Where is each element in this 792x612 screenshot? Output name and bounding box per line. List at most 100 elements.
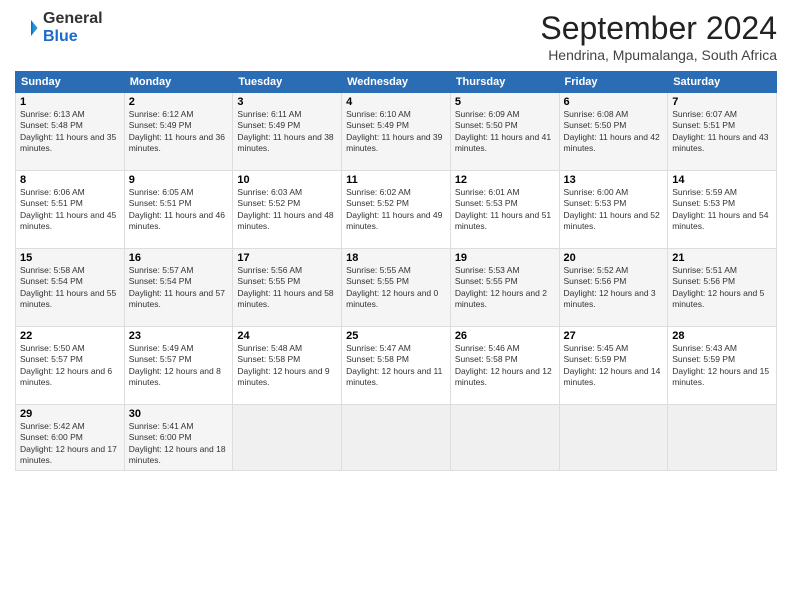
calendar-cell: 29Sunrise: 5:42 AMSunset: 6:00 PMDayligh… [16,405,125,471]
calendar-cell: 6Sunrise: 6:08 AMSunset: 5:50 PMDaylight… [559,93,668,171]
col-header-monday: Monday [124,72,233,93]
calendar-cell: 23Sunrise: 5:49 AMSunset: 5:57 PMDayligh… [124,327,233,405]
calendar-cell: 18Sunrise: 5:55 AMSunset: 5:55 PMDayligh… [342,249,451,327]
day-info: Sunrise: 5:46 AMSunset: 5:58 PMDaylight:… [455,343,555,389]
day-info: Sunrise: 5:58 AMSunset: 5:54 PMDaylight:… [20,265,120,311]
logo-blue: Blue [43,28,103,46]
day-number: 9 [129,174,229,186]
day-number: 1 [20,96,120,108]
calendar-cell: 8Sunrise: 6:06 AMSunset: 5:51 PMDaylight… [16,171,125,249]
calendar-cell: 14Sunrise: 5:59 AMSunset: 5:53 PMDayligh… [668,171,777,249]
calendar-cell: 19Sunrise: 5:53 AMSunset: 5:55 PMDayligh… [450,249,559,327]
day-number: 19 [455,252,555,264]
calendar-cell: 17Sunrise: 5:56 AMSunset: 5:55 PMDayligh… [233,249,342,327]
logo-text: General Blue [43,10,103,45]
week-row-3: 15Sunrise: 5:58 AMSunset: 5:54 PMDayligh… [16,249,777,327]
calendar-cell: 30Sunrise: 5:41 AMSunset: 6:00 PMDayligh… [124,405,233,471]
calendar-cell: 2Sunrise: 6:12 AMSunset: 5:49 PMDaylight… [124,93,233,171]
day-info: Sunrise: 6:05 AMSunset: 5:51 PMDaylight:… [129,187,229,233]
calendar-cell: 26Sunrise: 5:46 AMSunset: 5:58 PMDayligh… [450,327,559,405]
day-info: Sunrise: 6:12 AMSunset: 5:49 PMDaylight:… [129,109,229,155]
day-info: Sunrise: 6:07 AMSunset: 5:51 PMDaylight:… [672,109,772,155]
calendar-cell: 16Sunrise: 5:57 AMSunset: 5:54 PMDayligh… [124,249,233,327]
calendar-cell: 5Sunrise: 6:09 AMSunset: 5:50 PMDaylight… [450,93,559,171]
week-row-2: 8Sunrise: 6:06 AMSunset: 5:51 PMDaylight… [16,171,777,249]
day-info: Sunrise: 6:11 AMSunset: 5:49 PMDaylight:… [237,109,337,155]
calendar-table: SundayMondayTuesdayWednesdayThursdayFrid… [15,71,777,471]
day-number: 25 [346,330,446,342]
day-info: Sunrise: 5:59 AMSunset: 5:53 PMDaylight:… [672,187,772,233]
title-block: September 2024 Hendrina, Mpumalanga, Sou… [540,10,777,63]
day-info: Sunrise: 6:06 AMSunset: 5:51 PMDaylight:… [20,187,120,233]
calendar-cell: 28Sunrise: 5:43 AMSunset: 5:59 PMDayligh… [668,327,777,405]
calendar-cell: 12Sunrise: 6:01 AMSunset: 5:53 PMDayligh… [450,171,559,249]
day-number: 7 [672,96,772,108]
day-number: 5 [455,96,555,108]
day-info: Sunrise: 5:47 AMSunset: 5:58 PMDaylight:… [346,343,446,389]
calendar-cell [450,405,559,471]
day-info: Sunrise: 6:03 AMSunset: 5:52 PMDaylight:… [237,187,337,233]
day-number: 30 [129,408,229,420]
day-number: 26 [455,330,555,342]
day-info: Sunrise: 5:45 AMSunset: 5:59 PMDaylight:… [564,343,664,389]
day-number: 10 [237,174,337,186]
col-header-saturday: Saturday [668,72,777,93]
day-number: 13 [564,174,664,186]
day-info: Sunrise: 5:53 AMSunset: 5:55 PMDaylight:… [455,265,555,311]
day-info: Sunrise: 6:10 AMSunset: 5:49 PMDaylight:… [346,109,446,155]
day-number: 14 [672,174,772,186]
calendar-cell: 10Sunrise: 6:03 AMSunset: 5:52 PMDayligh… [233,171,342,249]
day-info: Sunrise: 5:57 AMSunset: 5:54 PMDaylight:… [129,265,229,311]
day-info: Sunrise: 5:51 AMSunset: 5:56 PMDaylight:… [672,265,772,311]
month-title: September 2024 [540,10,777,47]
day-info: Sunrise: 6:01 AMSunset: 5:53 PMDaylight:… [455,187,555,233]
calendar-cell: 27Sunrise: 5:45 AMSunset: 5:59 PMDayligh… [559,327,668,405]
header: General Blue September 2024 Hendrina, Mp… [15,10,777,63]
day-number: 22 [20,330,120,342]
calendar-cell [342,405,451,471]
day-number: 16 [129,252,229,264]
day-number: 29 [20,408,120,420]
day-number: 3 [237,96,337,108]
location-subtitle: Hendrina, Mpumalanga, South Africa [540,47,777,63]
day-number: 11 [346,174,446,186]
day-info: Sunrise: 5:42 AMSunset: 6:00 PMDaylight:… [20,421,120,467]
day-number: 24 [237,330,337,342]
day-info: Sunrise: 5:56 AMSunset: 5:55 PMDaylight:… [237,265,337,311]
logo: General Blue [15,10,103,45]
calendar-cell: 9Sunrise: 6:05 AMSunset: 5:51 PMDaylight… [124,171,233,249]
day-number: 12 [455,174,555,186]
day-number: 15 [20,252,120,264]
day-info: Sunrise: 5:50 AMSunset: 5:57 PMDaylight:… [20,343,120,389]
week-row-1: 1Sunrise: 6:13 AMSunset: 5:48 PMDaylight… [16,93,777,171]
col-header-tuesday: Tuesday [233,72,342,93]
calendar-cell: 7Sunrise: 6:07 AMSunset: 5:51 PMDaylight… [668,93,777,171]
calendar-cell: 4Sunrise: 6:10 AMSunset: 5:49 PMDaylight… [342,93,451,171]
col-header-sunday: Sunday [16,72,125,93]
calendar-cell: 13Sunrise: 6:00 AMSunset: 5:53 PMDayligh… [559,171,668,249]
day-number: 17 [237,252,337,264]
col-header-wednesday: Wednesday [342,72,451,93]
col-header-friday: Friday [559,72,668,93]
calendar-cell [559,405,668,471]
calendar-cell: 11Sunrise: 6:02 AMSunset: 5:52 PMDayligh… [342,171,451,249]
calendar-cell: 25Sunrise: 5:47 AMSunset: 5:58 PMDayligh… [342,327,451,405]
week-row-5: 29Sunrise: 5:42 AMSunset: 6:00 PMDayligh… [16,405,777,471]
calendar-cell: 22Sunrise: 5:50 AMSunset: 5:57 PMDayligh… [16,327,125,405]
day-number: 2 [129,96,229,108]
day-info: Sunrise: 5:43 AMSunset: 5:59 PMDaylight:… [672,343,772,389]
calendar-header-row: SundayMondayTuesdayWednesdayThursdayFrid… [16,72,777,93]
day-number: 27 [564,330,664,342]
calendar-cell: 15Sunrise: 5:58 AMSunset: 5:54 PMDayligh… [16,249,125,327]
day-number: 21 [672,252,772,264]
logo-general: General [43,10,103,28]
day-info: Sunrise: 6:09 AMSunset: 5:50 PMDaylight:… [455,109,555,155]
day-info: Sunrise: 6:00 AMSunset: 5:53 PMDaylight:… [564,187,664,233]
page: General Blue September 2024 Hendrina, Mp… [0,0,792,612]
day-info: Sunrise: 6:13 AMSunset: 5:48 PMDaylight:… [20,109,120,155]
day-info: Sunrise: 5:52 AMSunset: 5:56 PMDaylight:… [564,265,664,311]
day-number: 28 [672,330,772,342]
logo-icon [15,16,39,40]
calendar-cell: 20Sunrise: 5:52 AMSunset: 5:56 PMDayligh… [559,249,668,327]
day-info: Sunrise: 5:55 AMSunset: 5:55 PMDaylight:… [346,265,446,311]
